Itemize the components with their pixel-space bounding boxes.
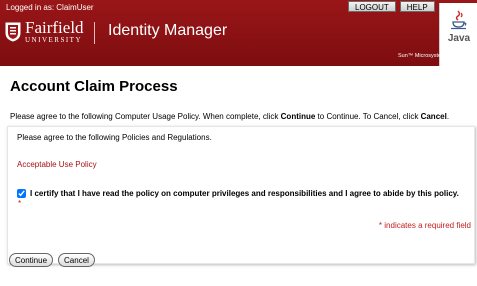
- page-title: Account Claim Process: [10, 78, 178, 95]
- instructions-text: Please agree to the following Computer U…: [10, 112, 449, 121]
- required-note-star: *: [378, 221, 383, 230]
- required-star: *: [18, 199, 22, 208]
- logged-in-label: Logged in as: ClaimUser: [6, 3, 94, 12]
- instructions-part: .: [446, 112, 450, 121]
- logout-button[interactable]: LOGOUT: [348, 1, 396, 12]
- cancel-keyword: Cancel: [420, 112, 447, 121]
- agree-text: Please agree to the following Policies a…: [17, 133, 212, 142]
- header-buttons: LOGOUT HELP: [348, 1, 435, 12]
- sun-credit: Sun™ Microsystems, Inc.: [398, 53, 461, 59]
- university-name: Fairfield: [25, 18, 84, 37]
- required-note: * indicates a required field: [379, 221, 471, 230]
- instructions-part: to Continue. To Cancel, click: [315, 112, 421, 121]
- continue-button[interactable]: Continue: [9, 253, 54, 267]
- app-name: Identity Manager: [108, 22, 228, 39]
- form-buttons: Continue Cancel: [9, 253, 95, 267]
- university-logo: Fairfield UNIVERSITY: [5, 19, 84, 44]
- university-wordmark: Fairfield UNIVERSITY: [25, 19, 84, 44]
- certify-row[interactable]: I certify that I have read the policy on…: [17, 189, 459, 198]
- acceptable-use-policy-link[interactable]: Acceptable Use Policy: [17, 160, 97, 169]
- header-divider: [94, 22, 95, 44]
- continue-keyword: Continue: [280, 112, 316, 121]
- java-label: Java: [447, 33, 471, 44]
- university-sub: UNIVERSITY: [25, 36, 82, 44]
- help-button[interactable]: HELP: [399, 1, 435, 12]
- cancel-button[interactable]: Cancel: [58, 253, 95, 267]
- instructions-part: Please agree to the following Computer U…: [10, 112, 281, 121]
- header-bar: Logged in as: ClaimUser LOGOUT HELP Fair…: [0, 0, 477, 66]
- policy-panel: Please agree to the following Policies a…: [7, 126, 475, 264]
- certify-checkbox[interactable]: [17, 189, 26, 198]
- coffee-cup-icon: [451, 10, 467, 30]
- required-note-text: indicates a required field: [384, 221, 471, 230]
- shield-icon: [5, 22, 21, 42]
- certify-label: I certify that I have read the policy on…: [30, 189, 459, 198]
